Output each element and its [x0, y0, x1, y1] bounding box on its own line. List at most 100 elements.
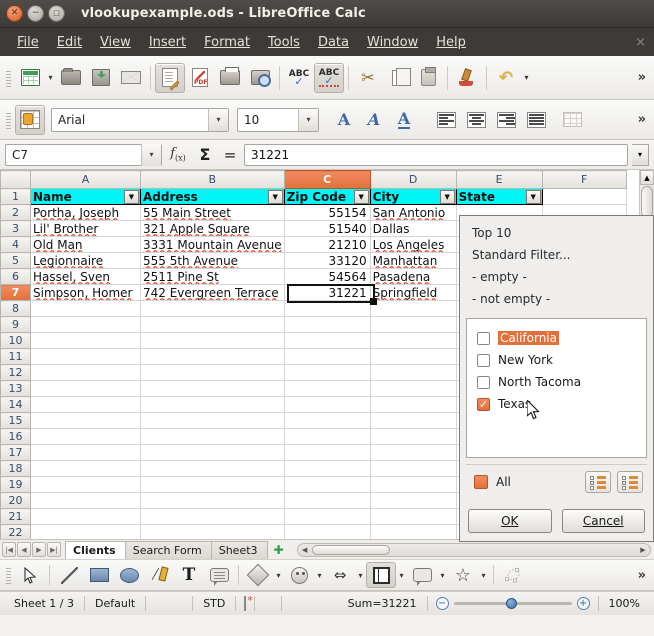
- align-right-button[interactable]: [491, 105, 521, 135]
- select-tool-button[interactable]: [15, 562, 45, 588]
- cell-c22[interactable]: [284, 524, 371, 539]
- document-close-icon[interactable]: ×: [635, 35, 646, 50]
- cell-b15[interactable]: [140, 412, 285, 429]
- edit-mode-button[interactable]: [155, 62, 185, 93]
- basic-shapes-button[interactable]: [243, 562, 273, 588]
- cell-a13[interactable]: [30, 380, 141, 397]
- cell-d13[interactable]: [370, 380, 457, 397]
- zoom-slider[interactable]: − +: [428, 597, 598, 610]
- cell-c10[interactable]: [284, 332, 371, 349]
- scroll-up-arrow[interactable]: ▲: [640, 170, 654, 185]
- cell-a1[interactable]: Name ▼: [30, 188, 141, 205]
- align-justified-button[interactable]: [521, 105, 551, 135]
- row-header-12[interactable]: 12: [0, 364, 31, 381]
- horizontal-scrollbar[interactable]: ◀ ▶: [296, 542, 651, 557]
- zoom-thumb[interactable]: [505, 598, 517, 609]
- filter-menu-standard-filter[interactable]: Standard Filter...: [460, 244, 653, 266]
- cell-c19[interactable]: [284, 476, 371, 493]
- cell-c15[interactable]: [284, 412, 371, 429]
- cell-d18[interactable]: [370, 460, 457, 477]
- row-header-10[interactable]: 10: [0, 332, 31, 349]
- cell-d19[interactable]: [370, 476, 457, 493]
- cell-b18[interactable]: [140, 460, 285, 477]
- cell-d4[interactable]: Los Angeles: [370, 236, 457, 253]
- cell-b19[interactable]: [140, 476, 285, 493]
- cell-d20[interactable]: [370, 492, 457, 509]
- cancel-button[interactable]: Cancel: [561, 509, 645, 533]
- formula-button[interactable]: =: [220, 146, 240, 164]
- cell-b20[interactable]: [140, 492, 285, 509]
- row-header-8[interactable]: 8: [0, 300, 31, 317]
- menu-format[interactable]: Format: [195, 32, 259, 53]
- menu-edit[interactable]: Edit: [48, 32, 91, 53]
- formula-input-line[interactable]: 31221: [244, 143, 628, 166]
- toolbar-grip[interactable]: [4, 108, 12, 131]
- checkbox-texas[interactable]: [477, 397, 490, 411]
- cell-b17[interactable]: [140, 444, 285, 461]
- name-box[interactable]: C7 ▾: [5, 143, 162, 166]
- cell-c6[interactable]: 54564: [284, 268, 371, 285]
- name-box-dropdown-icon[interactable]: ▾: [141, 143, 161, 166]
- cell-a12[interactable]: [30, 364, 141, 381]
- toolbar-grip[interactable]: [4, 66, 12, 89]
- column-header-c[interactable]: C: [283, 170, 371, 189]
- cell-c1[interactable]: Zip Code ▼: [284, 188, 371, 205]
- open-document-button[interactable]: [56, 63, 86, 93]
- stars-dropdown[interactable]: ▾: [478, 571, 489, 580]
- standard-toolbar-overflow[interactable]: »: [638, 70, 650, 85]
- formatting-toolbar-overflow[interactable]: »: [638, 112, 650, 127]
- cell-a16[interactable]: [30, 428, 141, 445]
- font-name-combo[interactable]: Arial ▾: [51, 107, 229, 132]
- formula-expand-button[interactable]: ▾: [632, 143, 649, 166]
- select-all-corner[interactable]: [0, 170, 31, 189]
- cell-c17[interactable]: [284, 444, 371, 461]
- block-arrows-button[interactable]: ⇔: [325, 562, 355, 588]
- cell-c2[interactable]: 55154: [284, 204, 371, 221]
- row-header-3[interactable]: 3: [0, 220, 31, 237]
- export-pdf-button[interactable]: PDF: [185, 63, 215, 93]
- underline-button[interactable]: A: [389, 105, 419, 135]
- cell-d3[interactable]: Dallas: [370, 220, 457, 237]
- zoom-track[interactable]: [453, 598, 572, 609]
- cell-d8[interactable]: [370, 300, 457, 317]
- last-sheet-button[interactable]: ▶|: [47, 542, 61, 557]
- cell-a17[interactable]: [30, 444, 141, 461]
- filter-entry-north-tacoma[interactable]: North Tacoma: [467, 371, 646, 393]
- zoom-out-button[interactable]: −: [435, 597, 449, 610]
- cell-d11[interactable]: [370, 348, 457, 365]
- menu-file[interactable]: File: [8, 32, 48, 53]
- column-header-e[interactable]: E: [455, 170, 543, 189]
- column-header-d[interactable]: D: [369, 170, 457, 189]
- row-header-7[interactable]: 7: [0, 284, 31, 301]
- checkbox-new-york[interactable]: [477, 353, 490, 367]
- document-modified-status[interactable]: [236, 596, 254, 611]
- callout-shapes-dropdown[interactable]: ▾: [437, 571, 448, 580]
- menu-view[interactable]: View: [91, 32, 140, 53]
- selection-mode-status[interactable]: STD: [193, 597, 235, 610]
- cell-a15[interactable]: [30, 412, 141, 429]
- menu-help[interactable]: Help: [427, 32, 475, 53]
- cell-b1[interactable]: Address ▼: [140, 188, 285, 205]
- cell-c13[interactable]: [284, 380, 371, 397]
- cell-b7[interactable]: 742 Evergreen Terrace: [140, 284, 285, 301]
- column-header-f[interactable]: F: [541, 170, 627, 189]
- filter-menu-not-empty[interactable]: - not empty -: [460, 288, 653, 310]
- autofilter-value-list[interactable]: California New York North Tacoma Texas: [466, 318, 647, 458]
- symbol-shapes-button[interactable]: [284, 562, 314, 588]
- autospellcheck-button[interactable]: ABC ✓: [314, 62, 344, 93]
- row-header-2[interactable]: 2: [0, 204, 31, 221]
- cell-b21[interactable]: [140, 508, 285, 525]
- merge-cells-button[interactable]: [557, 105, 587, 135]
- window-maximize-button[interactable]: □: [48, 5, 65, 22]
- cell-d22[interactable]: [370, 524, 457, 539]
- cell-d6[interactable]: Pasadena: [370, 268, 457, 285]
- cell-a5[interactable]: Legionnaire: [30, 252, 141, 269]
- cell-a19[interactable]: [30, 476, 141, 493]
- cell-d14[interactable]: [370, 396, 457, 413]
- cell-f1[interactable]: [542, 188, 627, 205]
- cell-d2[interactable]: San Antonio: [370, 204, 457, 221]
- row-header-22[interactable]: 22: [0, 524, 31, 539]
- cell-a14[interactable]: [30, 396, 141, 413]
- sheet-tab-sheet3[interactable]: Sheet3: [210, 540, 268, 559]
- cell-c12[interactable]: [284, 364, 371, 381]
